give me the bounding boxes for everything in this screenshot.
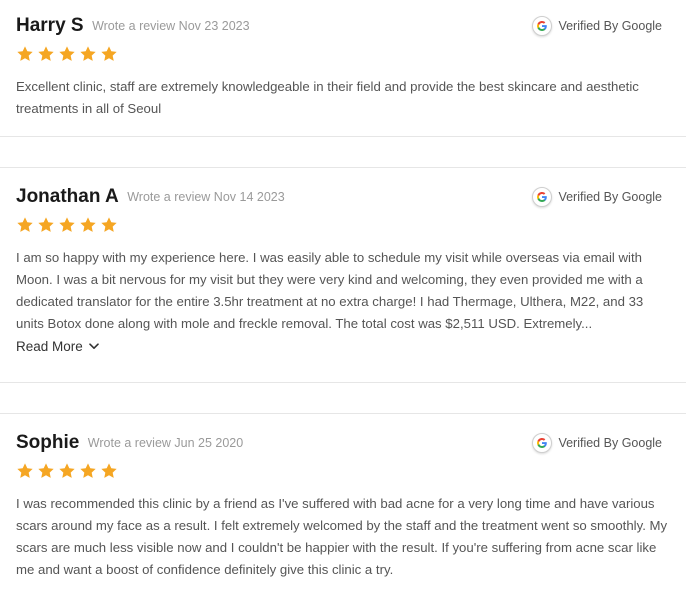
review-text: I am so happy with my experience here. I… bbox=[16, 250, 644, 331]
star-rating bbox=[16, 45, 670, 65]
star-icon bbox=[59, 217, 75, 232]
star-rating bbox=[16, 216, 670, 236]
star-icon bbox=[17, 463, 33, 478]
reviewer-name: Jonathan A bbox=[16, 186, 119, 207]
review-header: Harry S Wrote a review Nov 23 2023 Verif… bbox=[16, 13, 670, 39]
verified-label: Verified By bbox=[558, 190, 619, 204]
review-text: I was recommended this clinic by a frien… bbox=[16, 496, 668, 577]
star-icon bbox=[59, 463, 75, 478]
star-icon bbox=[101, 217, 117, 232]
verified-source: Google bbox=[621, 19, 662, 33]
review-date: Wrote a review Jun 25 2020 bbox=[87, 436, 244, 450]
star-icon bbox=[17, 46, 33, 61]
star-icon bbox=[101, 46, 117, 61]
review-text: Excellent clinic, staff are extremely kn… bbox=[16, 79, 639, 116]
reviewer-name: Harry S bbox=[16, 15, 84, 36]
review-card: Sophie Wrote a review Jun 25 2020 Verifi… bbox=[0, 413, 686, 600]
star-icon bbox=[38, 463, 54, 478]
star-icon bbox=[80, 217, 96, 232]
google-g-icon bbox=[532, 433, 553, 453]
star-rating bbox=[16, 462, 670, 482]
verified-badge: Verified By Google bbox=[532, 430, 662, 456]
review-header: Sophie Wrote a review Jun 25 2020 Verifi… bbox=[16, 430, 670, 456]
google-g-icon bbox=[532, 187, 553, 207]
review-card: Harry S Wrote a review Nov 23 2023 Verif… bbox=[0, 13, 686, 137]
star-icon bbox=[17, 217, 33, 232]
verified-source: Google bbox=[621, 190, 662, 204]
star-icon bbox=[80, 463, 96, 478]
review-card: Jonathan A Wrote a review Nov 14 2023 Ve… bbox=[0, 167, 686, 383]
star-icon bbox=[59, 46, 75, 61]
verified-badge: Verified By Google bbox=[532, 184, 662, 210]
read-more-label: Read More bbox=[16, 339, 83, 354]
google-g-icon bbox=[532, 16, 553, 36]
star-icon bbox=[101, 463, 117, 478]
read-more-button[interactable]: Read More bbox=[16, 339, 99, 354]
reviewer-name: Sophie bbox=[16, 432, 80, 453]
star-icon bbox=[80, 46, 96, 61]
star-icon bbox=[38, 46, 54, 61]
review-header: Jonathan A Wrote a review Nov 14 2023 Ve… bbox=[16, 184, 670, 210]
review-date: Wrote a review Nov 14 2023 bbox=[127, 190, 285, 204]
review-date: Wrote a review Nov 23 2023 bbox=[92, 19, 250, 33]
chevron-down-icon bbox=[88, 343, 99, 349]
verified-badge: Verified By Google bbox=[532, 13, 662, 39]
verified-label: Verified By bbox=[558, 436, 619, 450]
star-icon bbox=[38, 217, 54, 232]
verified-source: Google bbox=[621, 436, 662, 450]
verified-label: Verified By bbox=[558, 19, 619, 33]
